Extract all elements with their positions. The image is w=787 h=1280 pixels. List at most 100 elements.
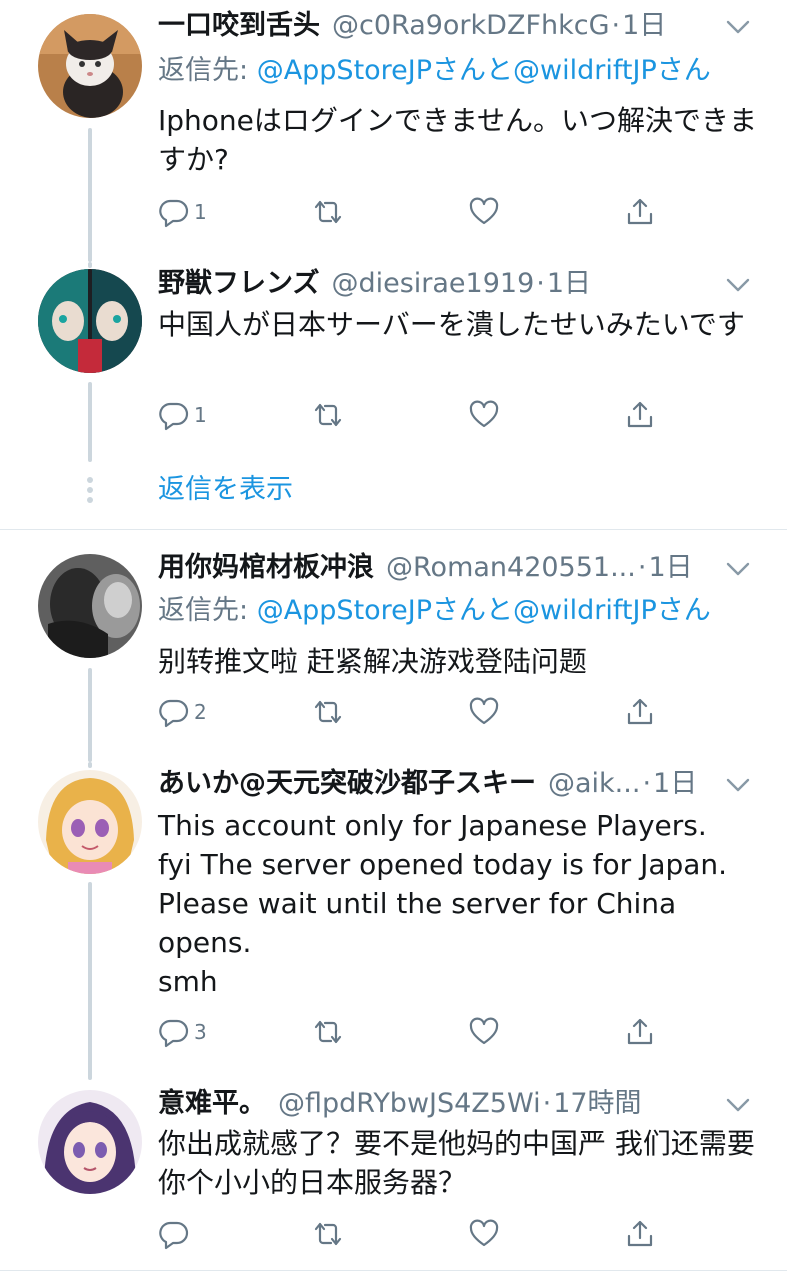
reply-icon <box>159 699 189 728</box>
tweet-actions: 1 <box>158 192 678 232</box>
retweet-icon <box>314 403 342 427</box>
reply-icon <box>159 1221 189 1250</box>
share-icon <box>627 698 653 725</box>
reply-button[interactable]: 2 <box>158 692 207 732</box>
share-button[interactable] <box>624 395 656 435</box>
tweet-actions: 1 <box>158 395 678 435</box>
dot-separator: · <box>611 10 621 41</box>
share-button[interactable] <box>624 692 656 732</box>
retweet-button[interactable] <box>312 1012 344 1052</box>
tweet-header: 一口咬到舌头 @c0Ra9orkDZFhkcG · 1日 <box>158 6 727 46</box>
user-handle[interactable]: @aik... <box>548 764 640 804</box>
timestamp[interactable]: 1日 <box>622 6 666 46</box>
timestamp[interactable]: 17時間 <box>553 1084 641 1124</box>
chevron-down-icon[interactable] <box>725 556 751 582</box>
like-button[interactable] <box>468 1012 500 1052</box>
tweet-1[interactable]: 一口咬到舌头 @c0Ra9orkDZFhkcG · 1日 返信先: @AppSt… <box>0 0 787 262</box>
anime-girl-purple-avatar-icon <box>38 1090 142 1194</box>
timestamp[interactable]: 1日 <box>653 764 697 804</box>
like-button[interactable] <box>468 395 500 435</box>
thread-line <box>88 762 92 768</box>
dot-separator: · <box>542 1088 552 1119</box>
tweet-3[interactable]: 用你妈棺材板冲浪 @Roman420551... · 1日 返信先: @AppS… <box>0 540 787 762</box>
show-replies-link[interactable]: 返信を表示 <box>158 470 293 510</box>
tweet-2[interactable]: 野獣フレンズ @diesirae1919 · 1日 中国人が日本サーバーを潰した… <box>0 262 787 462</box>
share-button[interactable] <box>624 1012 656 1052</box>
tweet-5[interactable]: 意难平。 @flpdRYbwJS4Z5Wi · 17時間 你出成就感了？要不是他… <box>0 1080 787 1270</box>
chevron-down-icon[interactable] <box>725 1092 751 1118</box>
heart-icon <box>469 197 499 225</box>
retweet-button[interactable] <box>312 395 344 435</box>
share-icon <box>627 1018 653 1045</box>
user-handle[interactable]: @Roman420551... <box>386 548 636 588</box>
display-name[interactable]: 意难平。 <box>158 1084 266 1124</box>
reply-button[interactable]: 1 <box>158 192 207 232</box>
like-button[interactable] <box>468 692 500 732</box>
reply-to-prefix: 返信先: <box>158 55 257 86</box>
avatar[interactable] <box>38 269 142 373</box>
anime-girl-blonde-avatar-icon <box>38 770 142 874</box>
thread-separator <box>0 529 787 530</box>
user-handle[interactable]: @flpdRYbwJS4Z5Wi <box>278 1084 541 1124</box>
dot-separator: · <box>637 552 647 583</box>
display-name[interactable]: あいか@天元突破沙都子スキー <box>158 764 536 804</box>
tweet-text: 你出成就感了？要不是他妈的中国严 我们还需要你个小小的日本服务器？ <box>158 1127 755 1199</box>
display-name[interactable]: 野獣フレンズ <box>158 264 319 304</box>
replying-to: 返信先: @AppStoreJPさんと@wildriftJPさん <box>158 591 757 631</box>
reply-to-prefix: 返信先: <box>158 595 257 626</box>
retweet-icon <box>314 1222 342 1246</box>
tweet-actions <box>158 1214 678 1254</box>
reply-button[interactable] <box>158 1214 194 1254</box>
heart-icon <box>469 400 499 428</box>
timestamp[interactable]: 1日 <box>648 548 692 588</box>
display-name[interactable]: 用你妈棺材板冲浪 <box>158 548 374 588</box>
like-button[interactable] <box>468 192 500 232</box>
chevron-down-icon[interactable] <box>725 772 751 798</box>
reply-icon <box>159 199 189 228</box>
more-dots-icon <box>87 477 93 503</box>
reply-count: 3 <box>194 1020 207 1044</box>
avatar[interactable] <box>38 14 142 118</box>
timestamp[interactable]: 1日 <box>547 264 591 304</box>
reply-to-mentions[interactable]: @AppStoreJPさんと@wildriftJPさん <box>257 595 711 626</box>
avatar[interactable] <box>38 770 142 874</box>
share-button[interactable] <box>624 1214 656 1254</box>
heart-icon <box>469 1017 499 1045</box>
tweet-4[interactable]: あいか@天元突破沙都子スキー @aik... · 1日 This account… <box>0 762 787 1080</box>
heart-icon <box>469 697 499 725</box>
bottom-divider <box>0 1270 787 1271</box>
share-button[interactable] <box>624 192 656 232</box>
retweet-button[interactable] <box>312 192 344 232</box>
retweet-icon <box>314 700 342 724</box>
tweet-actions: 3 <box>158 1012 678 1052</box>
retweet-button[interactable] <box>312 1214 344 1254</box>
reply-button[interactable]: 3 <box>158 1012 207 1052</box>
share-icon <box>627 401 653 428</box>
cat-avatar-icon <box>38 14 142 118</box>
reply-button[interactable]: 1 <box>158 395 207 435</box>
chevron-down-icon[interactable] <box>725 272 751 298</box>
reply-icon <box>159 402 189 431</box>
display-name[interactable]: 一口咬到舌头 <box>158 6 320 46</box>
reply-to-mentions[interactable]: @AppStoreJPさんと@wildriftJPさん <box>257 55 711 86</box>
like-button[interactable] <box>468 1214 500 1254</box>
share-icon <box>627 1220 653 1247</box>
user-handle[interactable]: @c0Ra9orkDZFhkcG <box>332 6 610 46</box>
share-icon <box>627 198 653 225</box>
avatar[interactable] <box>38 1090 142 1194</box>
tweet-header: 意难平。 @flpdRYbwJS4Z5Wi · 17時間 <box>158 1084 727 1124</box>
reply-count: 1 <box>194 200 207 224</box>
dot-separator: · <box>536 268 545 299</box>
thread-line <box>88 382 92 462</box>
retweet-button[interactable] <box>312 692 344 732</box>
user-handle[interactable]: @diesirae1919 <box>331 264 534 304</box>
tweet-actions: 2 <box>158 692 678 732</box>
reply-count: 1 <box>194 403 207 427</box>
chevron-down-icon[interactable] <box>725 14 751 40</box>
heart-icon <box>469 1219 499 1247</box>
retweet-icon <box>314 1020 342 1044</box>
thread-line <box>88 668 92 762</box>
thread-line <box>88 128 92 262</box>
avatar[interactable] <box>38 554 142 658</box>
tweet-text: Iphoneはログインできません。いつ解決できますか? <box>158 104 758 176</box>
